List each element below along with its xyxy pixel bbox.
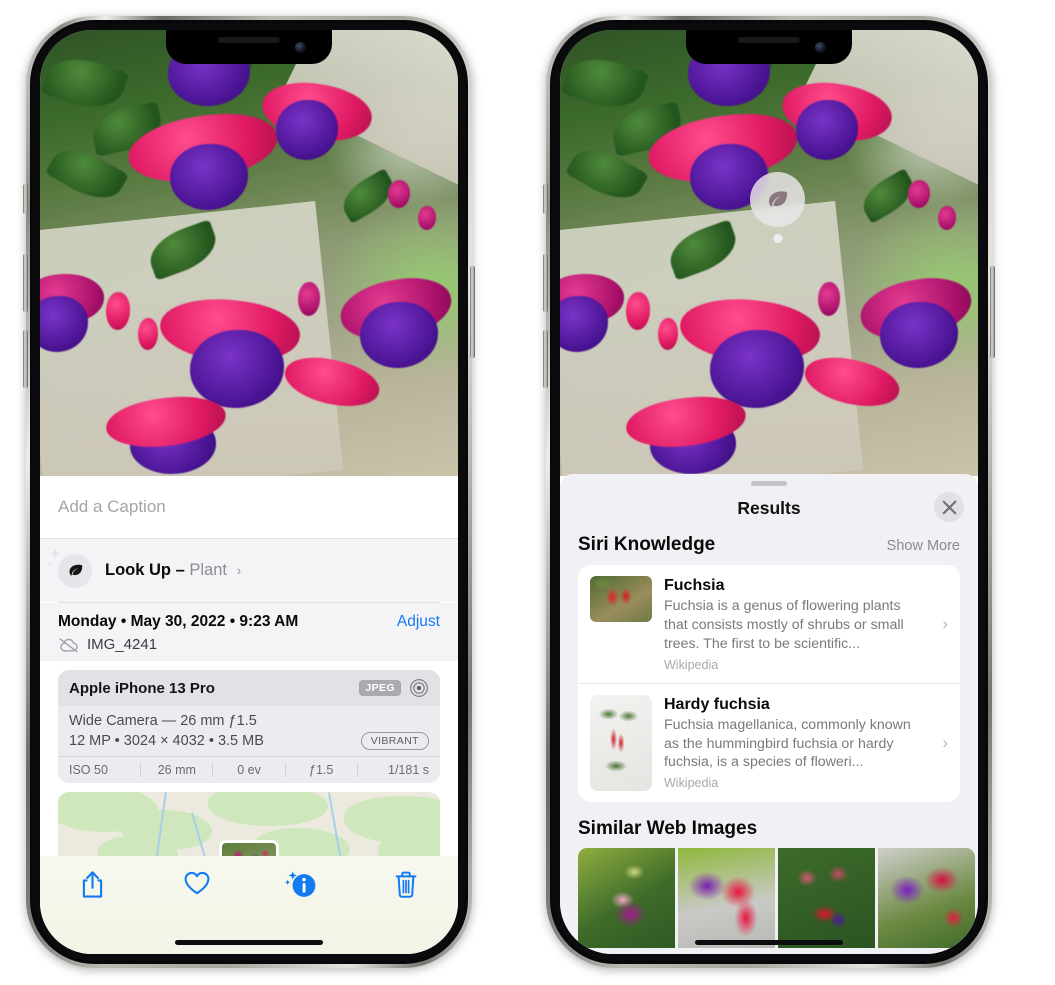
result-title: Hardy fuchsia <box>664 695 770 713</box>
exif-ev: 0 ev <box>237 763 261 777</box>
results-title: Results <box>737 497 801 518</box>
notch-right <box>686 30 852 64</box>
similar-image-thumb[interactable] <box>878 847 975 948</box>
close-button[interactable] <box>934 492 964 522</box>
leaf-icon: ✦ ✦ <box>46 547 92 588</box>
earpiece-speaker-icon <box>218 37 280 43</box>
siri-knowledge-card: Fuchsia Fuchsia is a genus of flowering … <box>578 565 960 802</box>
siri-knowledge-title: Siri Knowledge <box>578 534 716 555</box>
look-up-title: Look Up – <box>105 561 185 579</box>
cloud-slash-icon <box>59 637 78 652</box>
result-thumbnail <box>590 694 652 791</box>
look-up-row[interactable]: ✦ ✦ Look Up – Plant › <box>40 539 458 602</box>
result-thumbnail <box>590 576 652 622</box>
iphone-left: Add a Caption ✦ ✦ Look Up – Plant › Mond… <box>23 16 475 968</box>
result-description: Fuchsia magellanica, commonly known as t… <box>664 716 911 771</box>
visual-lookup-dot <box>773 234 782 243</box>
result-description: Fuchsia is a genus of flowering plants t… <box>664 598 904 652</box>
camera-lens-line: Wide Camera — 26 mm ƒ1.5 <box>69 713 257 729</box>
photo-view-right[interactable] <box>560 30 978 476</box>
caption-placeholder: Add a Caption <box>58 497 166 516</box>
result-title: Fuchsia <box>664 577 725 594</box>
adjust-button[interactable]: Adjust <box>397 613 440 631</box>
iphone-right: Results Siri Knowledge Show More Fuchsia… <box>543 16 995 968</box>
silent-switch-left[interactable] <box>23 184 28 214</box>
camera-card-body: Wide Camera — 26 mm ƒ1.5 12 MP • 3024 × … <box>58 706 440 756</box>
result-text: Fuchsia Fuchsia is a genus of flowering … <box>664 576 948 672</box>
share-icon <box>82 871 102 898</box>
map-green-area <box>208 792 328 826</box>
metadata-file-row: IMG_4241 <box>58 636 440 653</box>
photo-filename: IMG_4241 <box>87 636 158 653</box>
similar-web-images-title: Similar Web Images <box>578 817 758 839</box>
photo-date: Monday • May 30, 2022 • 9:23 AM <box>58 613 299 630</box>
chevron-right-icon: › <box>942 732 948 752</box>
delete-button[interactable] <box>354 870 459 900</box>
front-camera-icon <box>295 42 306 53</box>
results-sheet: Results Siri Knowledge Show More Fuchsia… <box>560 474 978 954</box>
look-up-subject: Plant <box>189 561 227 579</box>
format-badge: JPEG <box>359 680 401 696</box>
volume-up-button-right[interactable] <box>543 254 548 312</box>
earpiece-speaker-icon <box>738 37 800 43</box>
metadata-date-row: Monday • May 30, 2022 • 9:23 AM Adjust <box>58 613 440 631</box>
show-more-button[interactable]: Show More <box>887 538 960 554</box>
knowledge-result-row[interactable]: Fuchsia Fuchsia is a genus of flowering … <box>578 565 960 683</box>
front-camera-icon <box>815 42 826 53</box>
camera-device-name: Apple iPhone 13 Pro <box>69 679 215 697</box>
screen-left: Add a Caption ✦ ✦ Look Up – Plant › Mond… <box>40 30 458 954</box>
volume-up-button-left[interactable] <box>23 254 28 312</box>
camera-specs-row: 12 MP • 3024 × 4032 • 3.5 MB VIBRANT <box>69 732 429 750</box>
result-source: Wikipedia <box>664 776 719 791</box>
leaf-icon <box>768 191 788 208</box>
exif-aperture: ƒ1.5 <box>309 763 334 777</box>
home-indicator-left[interactable] <box>175 940 323 945</box>
similar-image-thumb[interactable] <box>578 847 675 948</box>
caption-field[interactable]: Add a Caption <box>40 476 458 539</box>
volume-down-button-left[interactable] <box>23 330 28 388</box>
power-button-left[interactable] <box>470 266 475 358</box>
sparkle-small-icon: ✦ <box>46 558 54 569</box>
screen-right: Results Siri Knowledge Show More Fuchsia… <box>560 30 978 954</box>
share-button[interactable] <box>40 870 145 900</box>
photo-view-left[interactable] <box>40 30 458 476</box>
info-sparkle-icon <box>285 871 316 897</box>
exif-shutter: 1/181 s <box>388 763 430 777</box>
similar-image-thumb[interactable] <box>778 847 875 948</box>
chevron-right-icon: › <box>236 562 242 578</box>
photo-metadata: Monday • May 30, 2022 • 9:23 AM Adjust I… <box>40 603 458 661</box>
chevron-right-icon: › <box>942 613 948 633</box>
exif-focal: 26 mm <box>157 763 196 777</box>
camera-card-header: Apple iPhone 13 Pro JPEG <box>58 670 440 706</box>
info-button[interactable] <box>249 870 354 900</box>
exif-iso: ISO 50 <box>69 763 108 777</box>
camera-info-card[interactable]: Apple iPhone 13 Pro JPEG Wide Camera — 2… <box>58 670 440 783</box>
camera-card-badges: JPEG <box>359 678 429 698</box>
heart-icon <box>184 871 210 895</box>
close-icon <box>942 500 956 514</box>
results-header: Results <box>560 486 978 530</box>
silent-switch-right[interactable] <box>543 184 548 214</box>
location-map[interactable] <box>58 792 440 862</box>
photo-info-sheet: Add a Caption ✦ ✦ Look Up – Plant › Mond… <box>40 476 458 954</box>
similar-image-thumb[interactable] <box>678 847 775 948</box>
camera-specs-line: 12 MP • 3024 × 4032 • 3.5 MB <box>69 733 264 749</box>
exif-row: ISO 50 26 mm 0 ev ƒ1.5 1/181 s <box>58 756 440 783</box>
power-button-right[interactable] <box>990 266 995 358</box>
volume-down-button-right[interactable] <box>543 330 548 388</box>
result-text: Hardy fuchsia Fuchsia magellanica, commo… <box>664 695 948 791</box>
similar-web-images-row[interactable] <box>560 847 978 948</box>
visual-lookup-pin[interactable] <box>750 172 805 243</box>
favorite-button[interactable] <box>145 870 250 896</box>
similar-web-images-header: Similar Web Images <box>560 802 978 848</box>
notch-left <box>166 30 332 64</box>
aperture-icon <box>410 679 428 697</box>
home-indicator-right[interactable] <box>695 940 843 945</box>
trash-icon <box>395 871 417 898</box>
photographic-style-badge: VIBRANT <box>360 732 429 750</box>
look-up-label: Look Up – Plant › <box>105 561 241 580</box>
result-source: Wikipedia <box>664 657 719 672</box>
siri-knowledge-header: Siri Knowledge Show More <box>560 530 978 565</box>
knowledge-result-row[interactable]: Hardy fuchsia Fuchsia magellanica, commo… <box>578 682 960 802</box>
